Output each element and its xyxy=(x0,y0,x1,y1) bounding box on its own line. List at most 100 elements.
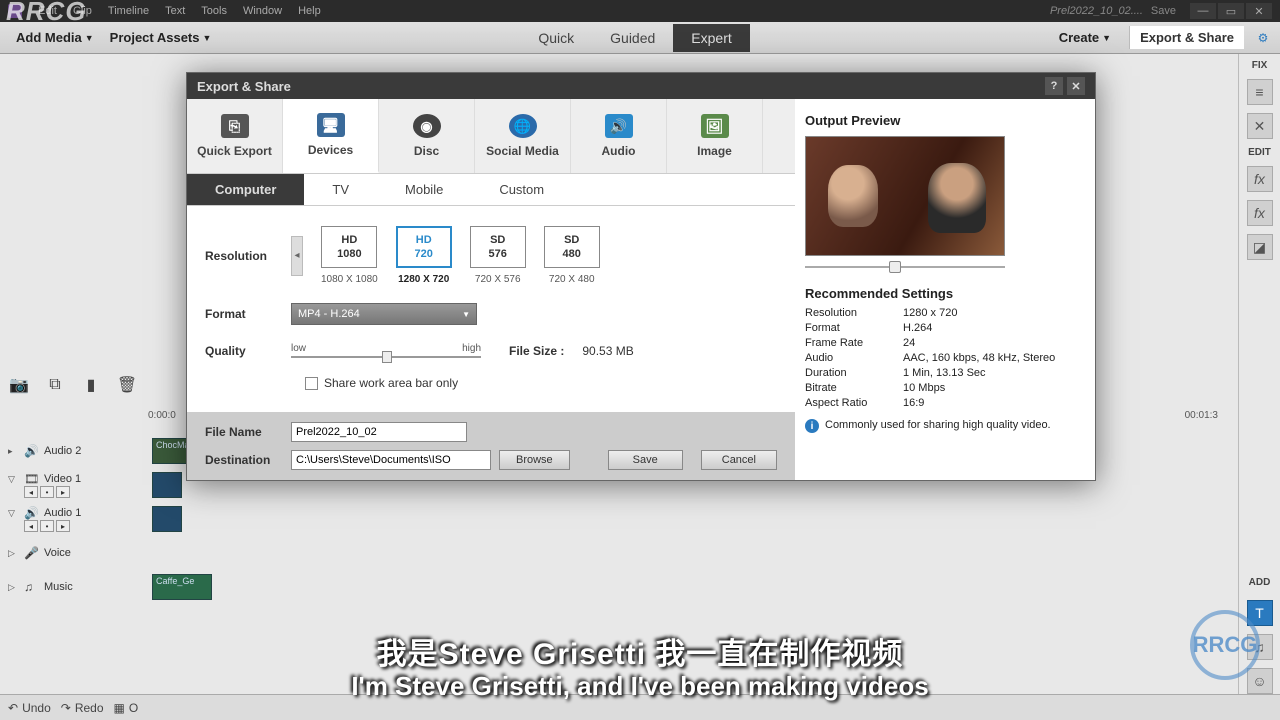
mode-tab-quick[interactable]: Quick xyxy=(520,24,592,52)
app-logo-icon xyxy=(8,4,22,18)
res-sd-576[interactable]: SD576 720 X 576 xyxy=(470,226,526,285)
track-fx-icon[interactable]: • xyxy=(40,486,54,498)
preview-scrub-thumb[interactable] xyxy=(889,261,901,273)
file-size-label: File Size : xyxy=(509,344,564,358)
export-share-toolbar-button[interactable]: Export & Share xyxy=(1129,26,1244,49)
close-window-button[interactable]: ✕ xyxy=(1246,3,1272,19)
file-name-input[interactable] xyxy=(291,422,467,442)
dialog-help-button[interactable]: ? xyxy=(1045,77,1063,95)
res-hd-720[interactable]: HD720 1280 X 720 xyxy=(396,226,452,285)
audio-clip[interactable] xyxy=(152,506,182,532)
graphics-icon[interactable]: ☺ xyxy=(1247,668,1273,694)
track-next-icon[interactable]: ▸ xyxy=(56,486,70,498)
marker-icon[interactable]: ▮ xyxy=(80,374,102,396)
camera-icon[interactable]: 📷 xyxy=(8,374,30,396)
maximize-button[interactable]: ▭ xyxy=(1218,3,1244,19)
track-prev-icon[interactable]: ◂ xyxy=(24,486,38,498)
speaker-icon: 🔊 xyxy=(24,444,40,458)
track-music[interactable]: ▷♫Music Caffe_Ge xyxy=(8,572,1238,602)
track-voice[interactable]: ▷🎤Voice xyxy=(8,538,1238,568)
export-sub-tabs: Computer TV Mobile Custom xyxy=(187,174,795,206)
recommended-settings-list: Resolution1280 x 720 FormatH.264 Frame R… xyxy=(805,307,1077,409)
devices-icon: 🖥 xyxy=(317,113,345,137)
add-media-button[interactable]: Add Media▼ xyxy=(8,26,102,49)
subtab-custom[interactable]: Custom xyxy=(471,174,572,205)
menu-text[interactable]: Text xyxy=(165,5,185,17)
menu-window[interactable]: Window xyxy=(243,5,282,17)
menu-help[interactable]: Help xyxy=(298,5,321,17)
destination-input[interactable] xyxy=(291,450,491,470)
trash-icon[interactable]: 🗑 xyxy=(116,374,138,396)
audio-icon: 🔊 xyxy=(605,114,633,138)
preview-scrub-slider[interactable] xyxy=(805,266,1005,268)
status-bar: ↶Undo ↷Redo ▦ O xyxy=(0,694,1280,720)
film-icon: 🎞 xyxy=(24,472,40,486)
save-link[interactable]: Save xyxy=(1151,5,1176,17)
mode-tab-expert[interactable]: Expert xyxy=(673,24,749,52)
titles-icon[interactable]: T xyxy=(1247,600,1273,626)
info-icon: i xyxy=(805,419,819,433)
resolution-label: Resolution xyxy=(205,249,291,263)
adjust-icon[interactable]: ≡ xyxy=(1247,79,1273,105)
duplicate-icon[interactable]: ⧉ xyxy=(44,374,66,396)
quality-slider-thumb[interactable] xyxy=(382,351,392,363)
create-button[interactable]: Create▼ xyxy=(1051,26,1119,49)
dialog-close-button[interactable]: ✕ xyxy=(1067,77,1085,95)
music-icon: ♫ xyxy=(24,580,40,594)
video-clip[interactable] xyxy=(152,472,182,498)
music-add-icon[interactable]: ♫ xyxy=(1247,634,1273,660)
format-dropdown[interactable]: MP4 - H.264▼ xyxy=(291,303,477,325)
cat-devices[interactable]: 🖥Devices xyxy=(283,99,379,173)
fx-icon[interactable]: fx xyxy=(1247,166,1273,192)
dialog-titlebar: Export & Share ? ✕ xyxy=(187,73,1095,99)
output-preview-image xyxy=(805,136,1005,256)
cat-social[interactable]: 🌐Social Media xyxy=(475,99,571,173)
redo-icon: ↷ xyxy=(61,701,71,715)
res-hd-1080[interactable]: HD1080 1080 X 1080 xyxy=(321,226,378,285)
quality-slider[interactable] xyxy=(291,356,481,358)
subtab-tv[interactable]: TV xyxy=(304,174,377,205)
resolution-prev-button[interactable]: ◂ xyxy=(291,236,303,276)
cat-quick-export[interactable]: ⎘Quick Export xyxy=(187,99,283,173)
quality-label: Quality xyxy=(205,344,291,358)
mode-tab-guided[interactable]: Guided xyxy=(592,24,673,52)
cat-image[interactable]: 🖼Image xyxy=(667,99,763,173)
browse-button[interactable]: Browse xyxy=(499,450,570,470)
edit-panel-label: EDIT xyxy=(1248,147,1271,158)
res-sd-480[interactable]: SD480 720 X 480 xyxy=(544,226,600,285)
fx2-icon[interactable]: fx xyxy=(1247,200,1273,226)
right-panel: FIX ≡ ✕ EDIT fx fx ◪ ADD T ♫ ☺ xyxy=(1238,54,1280,694)
undo-button[interactable]: ↶Undo xyxy=(8,701,51,715)
project-assets-button[interactable]: Project Assets▼ xyxy=(102,26,220,49)
transition-icon[interactable]: ◪ xyxy=(1247,234,1273,260)
subtab-mobile[interactable]: Mobile xyxy=(377,174,471,205)
settings-gear-icon[interactable]: ⚙ xyxy=(1254,29,1272,47)
document-filename: Prel2022_10_02.... xyxy=(1050,5,1143,17)
disc-icon: ◉ xyxy=(413,114,441,138)
subtab-computer[interactable]: Computer xyxy=(187,174,304,205)
share-workarea-checkbox[interactable] xyxy=(305,377,318,390)
recommended-settings-title: Recommended Settings xyxy=(805,286,1077,301)
tools-icon[interactable]: ✕ xyxy=(1247,113,1273,139)
menu-edit[interactable]: Edit xyxy=(38,5,57,17)
export-category-tabs: ⎘Quick Export 🖥Devices ◉Disc 🌐Social Med… xyxy=(187,99,795,174)
fix-panel-label: FIX xyxy=(1252,60,1268,71)
share-workarea-label: Share work area bar only xyxy=(324,376,458,390)
menu-tools[interactable]: Tools xyxy=(201,5,227,17)
save-button[interactable]: Save xyxy=(608,450,683,470)
export-share-dialog: Export & Share ? ✕ ⎘Quick Export 🖥Device… xyxy=(186,72,1096,481)
minimize-button[interactable]: — xyxy=(1190,3,1216,19)
menu-clip[interactable]: Clip xyxy=(73,5,92,17)
redo-button[interactable]: ↷Redo xyxy=(61,701,104,715)
track-audio1[interactable]: ▽🔊Audio 1 ◂•▸ xyxy=(8,504,1238,534)
destination-label: Destination xyxy=(205,453,291,467)
cat-disc[interactable]: ◉Disc xyxy=(379,99,475,173)
time-ruler-left: 0:00:0 xyxy=(148,410,176,421)
cat-audio[interactable]: 🔊Audio xyxy=(571,99,667,173)
music-clip[interactable]: Caffe_Ge xyxy=(152,574,212,600)
menu-timeline[interactable]: Timeline xyxy=(108,5,149,17)
file-size-value: 90.53 MB xyxy=(582,344,633,358)
organizer-button[interactable]: ▦ O xyxy=(114,701,139,715)
cancel-button[interactable]: Cancel xyxy=(701,450,777,470)
quality-high-label: high xyxy=(462,343,481,354)
